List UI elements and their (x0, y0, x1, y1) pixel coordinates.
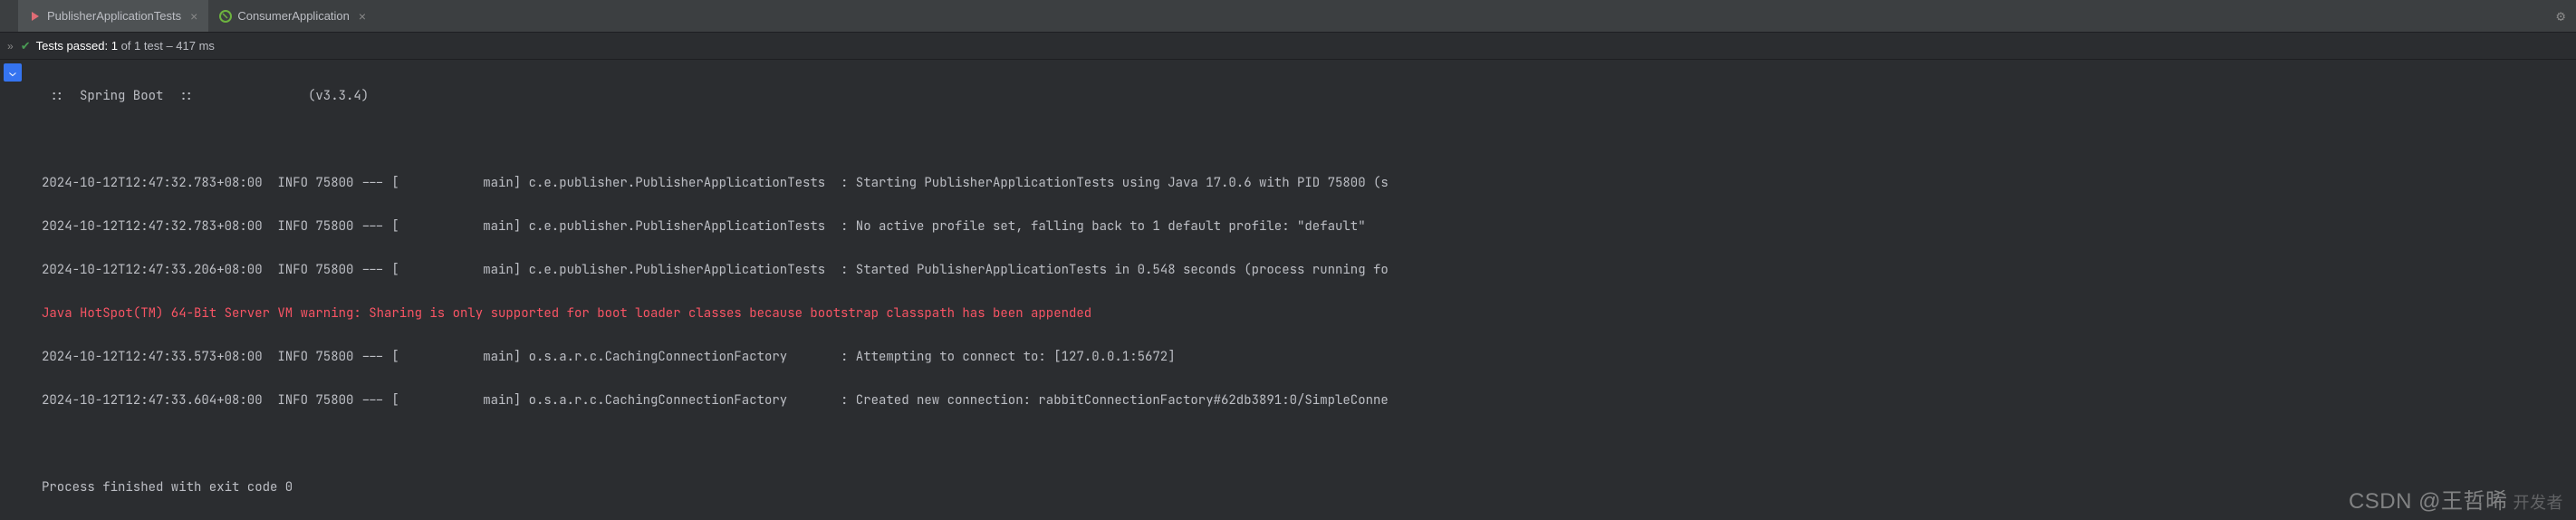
tabs-bar: PublisherApplicationTests × ConsumerAppl… (0, 0, 2576, 33)
console-line: :: Spring Boot :: (v3.3.4) (42, 85, 2576, 107)
watermark: CSDN @王哲晞开发者 (2349, 483, 2563, 515)
console-output[interactable]: :: Spring Boot :: (v3.3.4) 2024-10-12T12… (0, 60, 2576, 520)
tab-publisher-tests[interactable]: PublisherApplicationTests × (18, 0, 208, 32)
console-line: 2024-10-12T12:47:33.573+08:00 INFO 75800… (42, 346, 2576, 368)
console-line: 2024-10-12T12:47:32.783+08:00 INFO 75800… (42, 172, 2576, 194)
tests-passed-count: 1 (111, 39, 118, 53)
console-exit-line: Process finished with exit code 0 (42, 477, 2576, 498)
console-line: 2024-10-12T12:47:32.783+08:00 INFO 75800… (42, 216, 2576, 237)
tab-consumer-app[interactable]: ConsumerApplication × (208, 0, 377, 32)
console-warning-line: Java HotSpot(TM) 64-Bit Server VM warnin… (42, 303, 2576, 324)
console-line: 2024-10-12T12:47:33.604+08:00 INFO 75800… (42, 390, 2576, 411)
dropdown-toggle[interactable]: ⌄ (4, 63, 22, 82)
test-status-bar: » ✔ Tests passed: 1 of 1 test – 417 ms (0, 33, 2576, 60)
close-icon[interactable]: × (359, 9, 366, 24)
spring-icon (219, 10, 232, 23)
expand-icon[interactable]: » (7, 40, 14, 53)
tests-passed-label: Tests passed: 1 of 1 test – 417 ms (36, 39, 215, 53)
console-line (42, 129, 2576, 150)
console-line (42, 433, 2576, 455)
console-line: 2024-10-12T12:47:33.206+08:00 INFO 75800… (42, 259, 2576, 281)
watermark-main: CSDN @王哲晞 (2349, 489, 2508, 514)
check-icon: ✔ (21, 39, 31, 53)
tests-passed-suffix: of 1 test – 417 ms (121, 39, 215, 53)
close-icon[interactable]: × (190, 9, 197, 24)
tests-passed-prefix: Tests passed: (36, 39, 109, 53)
watermark-sub: 开发者 (2514, 494, 2564, 512)
test-icon (29, 10, 42, 23)
gear-icon[interactable]: ⚙ (2556, 6, 2565, 25)
tab-label: PublisherApplicationTests (47, 9, 181, 23)
tab-label: ConsumerApplication (237, 9, 350, 23)
